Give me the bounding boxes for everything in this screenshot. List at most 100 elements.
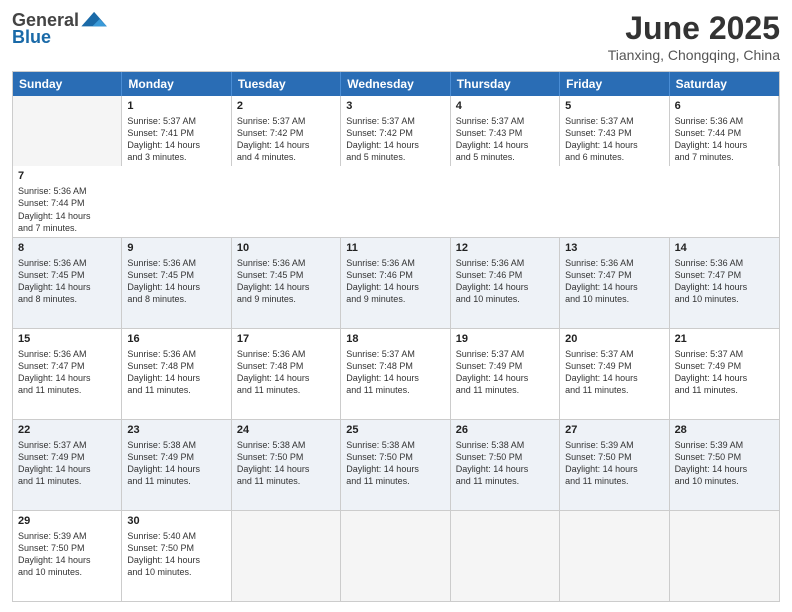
day-number: 16 xyxy=(127,332,225,347)
day-number: 19 xyxy=(456,332,554,347)
day-number: 18 xyxy=(346,332,444,347)
day-cell-23: 23Sunrise: 5:38 AMSunset: 7:49 PMDayligh… xyxy=(122,420,231,510)
cell-line: Sunset: 7:49 PM xyxy=(127,451,225,463)
logo: General Blue xyxy=(12,10,109,48)
day-cell-12: 12Sunrise: 5:36 AMSunset: 7:46 PMDayligh… xyxy=(451,238,560,328)
cell-line: Sunrise: 5:36 AM xyxy=(127,257,225,269)
cell-line: Sunset: 7:47 PM xyxy=(18,360,116,372)
day-cell-24: 24Sunrise: 5:38 AMSunset: 7:50 PMDayligh… xyxy=(232,420,341,510)
empty-cell-4-5 xyxy=(560,511,669,601)
day-number: 25 xyxy=(346,423,444,438)
cell-line: Sunset: 7:42 PM xyxy=(346,127,444,139)
cell-line: Daylight: 14 hours xyxy=(18,372,116,384)
month-title: June 2025 xyxy=(608,10,780,47)
cell-line: and 11 minutes. xyxy=(127,475,225,487)
cell-line: Sunset: 7:49 PM xyxy=(456,360,554,372)
day-cell-1: 1Sunrise: 5:37 AMSunset: 7:41 PMDaylight… xyxy=(122,96,231,166)
cell-line: Daylight: 14 hours xyxy=(675,281,774,293)
cell-line: and 8 minutes. xyxy=(127,293,225,305)
day-cell-15: 15Sunrise: 5:36 AMSunset: 7:47 PMDayligh… xyxy=(13,329,122,419)
cell-line: and 5 minutes. xyxy=(456,151,554,163)
cell-line: Daylight: 14 hours xyxy=(675,463,774,475)
day-number: 7 xyxy=(18,169,117,184)
cell-line: and 11 minutes. xyxy=(456,384,554,396)
cell-line: Sunset: 7:49 PM xyxy=(565,360,663,372)
calendar-body: 1Sunrise: 5:37 AMSunset: 7:41 PMDaylight… xyxy=(13,96,779,601)
day-number: 22 xyxy=(18,423,116,438)
day-number: 6 xyxy=(675,99,773,114)
cell-line: Sunrise: 5:36 AM xyxy=(18,257,116,269)
cell-line: and 11 minutes. xyxy=(127,384,225,396)
cell-line: Sunset: 7:50 PM xyxy=(675,451,774,463)
cell-line: Daylight: 14 hours xyxy=(565,372,663,384)
calendar-row-0: 1Sunrise: 5:37 AMSunset: 7:41 PMDaylight… xyxy=(13,96,779,237)
cell-line: Sunrise: 5:36 AM xyxy=(237,348,335,360)
header-cell-saturday: Saturday xyxy=(670,72,779,96)
cell-line: Sunrise: 5:37 AM xyxy=(456,348,554,360)
cell-line: Daylight: 14 hours xyxy=(456,281,554,293)
day-number: 27 xyxy=(565,423,663,438)
cell-line: Sunset: 7:48 PM xyxy=(346,360,444,372)
cell-line: Sunrise: 5:36 AM xyxy=(18,185,117,197)
cell-line: Daylight: 14 hours xyxy=(237,463,335,475)
cell-line: Sunrise: 5:38 AM xyxy=(346,439,444,451)
cell-line: Sunrise: 5:36 AM xyxy=(18,348,116,360)
header-cell-sunday: Sunday xyxy=(13,72,122,96)
cell-line: Sunrise: 5:38 AM xyxy=(237,439,335,451)
cell-line: Sunset: 7:50 PM xyxy=(237,451,335,463)
calendar-row-2: 15Sunrise: 5:36 AMSunset: 7:47 PMDayligh… xyxy=(13,328,779,419)
cell-line: and 7 minutes. xyxy=(18,222,117,234)
cell-line: Daylight: 14 hours xyxy=(127,463,225,475)
day-cell-25: 25Sunrise: 5:38 AMSunset: 7:50 PMDayligh… xyxy=(341,420,450,510)
day-cell-10: 10Sunrise: 5:36 AMSunset: 7:45 PMDayligh… xyxy=(232,238,341,328)
empty-cell-4-6 xyxy=(670,511,779,601)
day-number: 1 xyxy=(127,99,225,114)
day-number: 13 xyxy=(565,241,663,256)
day-number: 2 xyxy=(237,99,335,114)
cell-line: Sunset: 7:45 PM xyxy=(127,269,225,281)
cell-line: Sunrise: 5:36 AM xyxy=(456,257,554,269)
day-cell-9: 9Sunrise: 5:36 AMSunset: 7:45 PMDaylight… xyxy=(122,238,231,328)
cell-line: Sunrise: 5:37 AM xyxy=(565,115,663,127)
cell-line: and 10 minutes. xyxy=(127,566,225,578)
day-cell-30: 30Sunrise: 5:40 AMSunset: 7:50 PMDayligh… xyxy=(122,511,231,601)
cell-line: Sunrise: 5:39 AM xyxy=(565,439,663,451)
cell-line: Daylight: 14 hours xyxy=(565,281,663,293)
day-cell-14: 14Sunrise: 5:36 AMSunset: 7:47 PMDayligh… xyxy=(670,238,779,328)
cell-line: and 11 minutes. xyxy=(18,475,116,487)
cell-line: Sunset: 7:49 PM xyxy=(675,360,774,372)
cell-line: Sunset: 7:49 PM xyxy=(18,451,116,463)
cell-line: Sunrise: 5:38 AM xyxy=(456,439,554,451)
day-number: 29 xyxy=(18,514,116,529)
cell-line: Daylight: 14 hours xyxy=(346,463,444,475)
day-cell-19: 19Sunrise: 5:37 AMSunset: 7:49 PMDayligh… xyxy=(451,329,560,419)
cell-line: Sunrise: 5:36 AM xyxy=(237,257,335,269)
calendar-row-1: 8Sunrise: 5:36 AMSunset: 7:45 PMDaylight… xyxy=(13,237,779,328)
day-number: 23 xyxy=(127,423,225,438)
day-number: 20 xyxy=(565,332,663,347)
cell-line: Sunset: 7:50 PM xyxy=(456,451,554,463)
cell-line: Sunset: 7:46 PM xyxy=(456,269,554,281)
day-number: 10 xyxy=(237,241,335,256)
cell-line: and 10 minutes. xyxy=(675,293,774,305)
cell-line: Sunrise: 5:39 AM xyxy=(675,439,774,451)
cell-line: Daylight: 14 hours xyxy=(237,281,335,293)
day-cell-4: 4Sunrise: 5:37 AMSunset: 7:43 PMDaylight… xyxy=(451,96,560,166)
cell-line: and 11 minutes. xyxy=(456,475,554,487)
header-cell-thursday: Thursday xyxy=(451,72,560,96)
cell-line: and 11 minutes. xyxy=(565,475,663,487)
cell-line: Sunrise: 5:36 AM xyxy=(675,115,773,127)
day-cell-20: 20Sunrise: 5:37 AMSunset: 7:49 PMDayligh… xyxy=(560,329,669,419)
cell-line: Sunset: 7:48 PM xyxy=(127,360,225,372)
cell-line: and 11 minutes. xyxy=(237,475,335,487)
cell-line: Sunrise: 5:38 AM xyxy=(127,439,225,451)
cell-line: Sunrise: 5:37 AM xyxy=(346,115,444,127)
day-cell-22: 22Sunrise: 5:37 AMSunset: 7:49 PMDayligh… xyxy=(13,420,122,510)
cell-line: Sunrise: 5:37 AM xyxy=(127,115,225,127)
day-number: 24 xyxy=(237,423,335,438)
header-cell-friday: Friday xyxy=(560,72,669,96)
cell-line: Sunset: 7:47 PM xyxy=(565,269,663,281)
day-number: 15 xyxy=(18,332,116,347)
cell-line: Sunrise: 5:37 AM xyxy=(346,348,444,360)
cell-line: Sunrise: 5:37 AM xyxy=(237,115,335,127)
